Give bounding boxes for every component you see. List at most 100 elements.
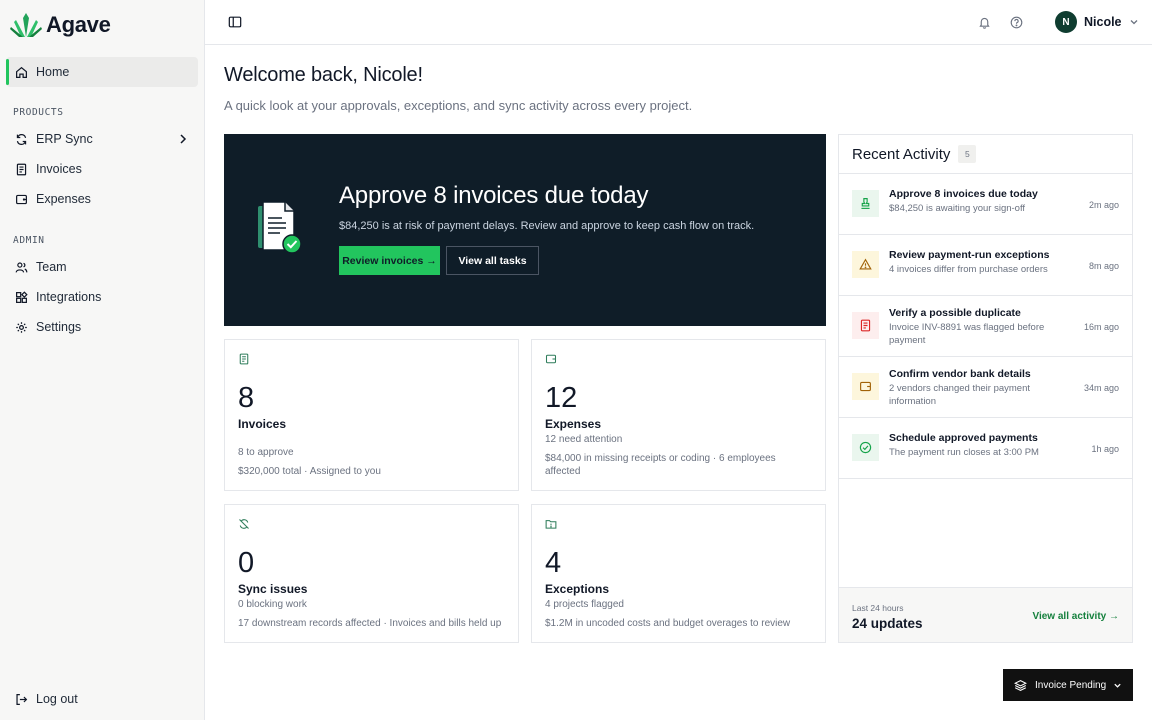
invoice-approval-illustration: [256, 200, 304, 256]
document-icon: [860, 319, 871, 332]
sidebar-item-integrations[interactable]: Integrations: [6, 282, 198, 312]
activity-footer: Last 24 hours 24 updates View all activi…: [839, 587, 1132, 642]
stat-value: 8: [238, 382, 255, 414]
gear-icon: [16, 321, 27, 333]
user-menu[interactable]: N Nicole: [1055, 11, 1139, 33]
activity-item-subtitle: Invoice INV-8891 was flagged before paym…: [889, 322, 1045, 346]
activity-item-subtitle: 2 vendors changed their payment informat…: [889, 383, 1031, 407]
sidebar-item-label: ERP Sync: [36, 132, 93, 146]
review-invoices-button[interactable]: Review invoices →: [339, 246, 440, 275]
activity-item[interactable]: Schedule approved payments The payment r…: [839, 418, 1132, 479]
sidebar-item-expenses[interactable]: Expenses: [6, 184, 198, 214]
logo[interactable]: Agave: [10, 12, 111, 38]
sidebar-item-label: Invoices: [36, 162, 82, 176]
activity-item-title: Schedule approved payments: [889, 432, 1038, 444]
hero-subtitle: $84,250 is at risk of payment delays. Re…: [339, 220, 755, 232]
help-button[interactable]: [1008, 14, 1024, 30]
stat-card-exceptions[interactable]: 4 Exceptions 4 projects flagged $1.2M in…: [531, 504, 826, 643]
sidebar-item-label: Team: [36, 260, 67, 274]
stat-label: Invoices: [238, 417, 287, 431]
toggle-sidebar-button[interactable]: [227, 14, 243, 30]
activity-time: 34m ago: [1083, 383, 1119, 393]
logout-button[interactable]: Log out: [6, 684, 198, 714]
activity-header: Recent Activity 5: [852, 145, 977, 163]
status-label: Invoice Pending: [1035, 679, 1107, 691]
sync-icon: [16, 133, 27, 145]
stat-summary: $320,000 total · Assigned to you: [238, 466, 381, 477]
notifications-button[interactable]: [976, 14, 992, 30]
warning-icon: [859, 258, 872, 270]
activity-item[interactable]: Confirm vendor bank details 2 vendors ch…: [839, 357, 1132, 418]
activity-time: 2m ago: [1088, 200, 1119, 210]
activity-item-subtitle: $84,250 is awaiting your sign-off: [889, 203, 1026, 214]
sidebar-item-label: Settings: [36, 320, 82, 334]
activity-time: 8m ago: [1088, 261, 1119, 271]
sidebar-item-invoices[interactable]: Invoices: [6, 154, 198, 184]
help-icon: [1010, 16, 1022, 28]
page-title: Welcome back, Nicole!: [224, 64, 423, 86]
users-icon: [15, 261, 28, 273]
check-circle-icon: [859, 441, 872, 454]
stat-card-expenses[interactable]: 12 Expenses 12 need attention $84,000 in…: [531, 339, 826, 491]
divider: [839, 478, 1132, 479]
stat-card-sync-issues[interactable]: 0 Sync issues 0 blocking work 17 downstr…: [224, 504, 519, 643]
invoice-status-dropdown[interactable]: Invoice Pending: [1003, 669, 1133, 701]
activity-item-subtitle: The payment run closes at 3:00 PM: [889, 447, 1039, 458]
sidebar-item-label: Home: [36, 65, 70, 79]
stat-detail: 4 projects flagged: [545, 599, 624, 610]
activity-time: 1h ago: [1091, 444, 1119, 454]
activity-time: 16m ago: [1083, 322, 1119, 332]
sidebar-item-settings[interactable]: Settings: [6, 312, 198, 342]
activity-item[interactable]: Review payment-run exceptions 4 invoices…: [839, 235, 1132, 296]
sidebar: Agave Home PRODUCTS ERP Sync Invoices Ex…: [0, 0, 205, 720]
chevron-down-icon: [1130, 20, 1137, 25]
sidebar-item-label: Expenses: [36, 192, 91, 206]
chevron-down-icon: [1114, 683, 1121, 688]
activity-icon-box: [852, 251, 879, 278]
sidebar-item-label: Integrations: [36, 290, 102, 304]
logout-label: Log out: [36, 692, 78, 706]
view-all-activity-link[interactable]: View all activity →: [1032, 611, 1119, 622]
chevron-right-icon: [180, 134, 187, 144]
stat-summary: $84,000 in missing receipts or coding · …: [545, 453, 776, 477]
sidebar-toggle-icon: [228, 16, 242, 28]
activity-item-subtitle: 4 invoices differ from purchase orders: [889, 264, 1048, 275]
wallet-icon: [860, 381, 871, 392]
activity-icon-box: [852, 434, 879, 461]
activity-item-title: Confirm vendor bank details: [889, 368, 1031, 380]
home-icon: [16, 66, 27, 78]
activity-text: Review payment-run exceptions 4 invoices…: [889, 249, 1064, 277]
stat-detail: 12 need attention: [545, 434, 623, 445]
activity-text: Approve 8 invoices due today $84,250 is …: [889, 188, 1064, 216]
activity-icon-box: [852, 190, 879, 217]
sidebar-item-team[interactable]: Team: [6, 252, 198, 282]
stat-label: Expenses: [545, 417, 602, 431]
stat-value: 12: [545, 382, 578, 414]
integrations-icon: [16, 290, 28, 303]
user-name: Nicole: [1084, 15, 1122, 29]
folder-alert-icon: [545, 520, 557, 529]
stat-label: Sync issues: [238, 582, 308, 596]
hero-title: Approve 8 invoices due today: [339, 182, 649, 209]
page-subtitle: A quick look at your approvals, exceptio…: [224, 98, 693, 113]
sidebar-item-erp-sync[interactable]: ERP Sync: [6, 124, 198, 154]
stat-summary: 17 downstream records affected · Invoice…: [238, 618, 502, 629]
section-label-products: PRODUCTS: [13, 107, 64, 118]
activity-footer-label: Last 24 hours: [852, 603, 904, 613]
hero-banner: Approve 8 invoices due today $84,250 is …: [224, 134, 826, 326]
activity-text: Verify a possible duplicate Invoice INV-…: [889, 307, 1064, 347]
sidebar-item-home[interactable]: Home: [6, 57, 198, 87]
view-all-tasks-button[interactable]: View all tasks: [446, 246, 539, 275]
activity-text: Schedule approved payments The payment r…: [889, 432, 1064, 460]
activity-footer-value: 24 updates: [852, 616, 923, 631]
activity-item[interactable]: Verify a possible duplicate Invoice INV-…: [839, 296, 1132, 357]
sync-off-icon: [239, 519, 249, 529]
activity-item-title: Approve 8 invoices due today: [889, 188, 1038, 200]
stamp-icon: [861, 198, 870, 209]
activity-item[interactable]: Approve 8 invoices due today $84,250 is …: [839, 174, 1132, 235]
stat-detail: 8 to approve: [238, 447, 294, 458]
recent-activity-panel: Recent Activity 5 Approve 8 invoices due…: [838, 134, 1133, 643]
activity-title: Recent Activity: [852, 145, 951, 163]
stat-card-invoices[interactable]: 8 Invoices 8 to approve $320,000 total ·…: [224, 339, 519, 491]
wallet-icon: [16, 194, 27, 204]
